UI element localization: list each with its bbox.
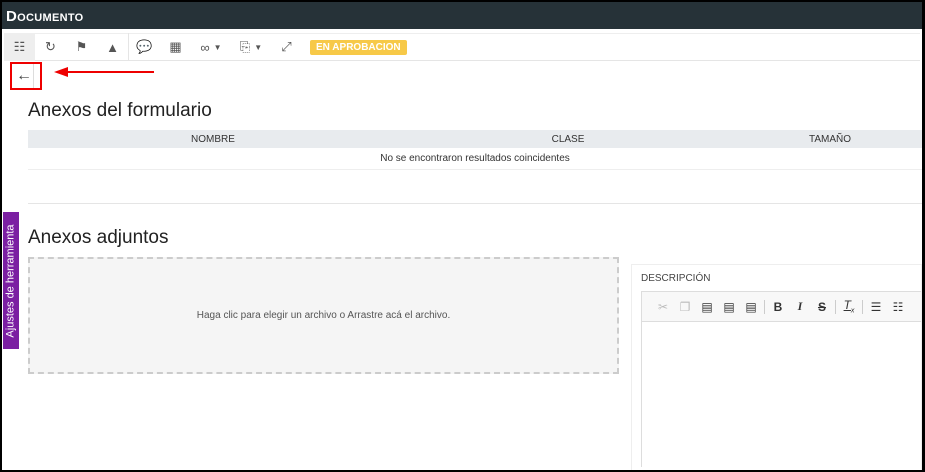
status-badge: EN APROBACION	[310, 39, 407, 55]
window-title: Documento	[2, 2, 922, 29]
comments-icon[interactable]: 💬	[129, 33, 160, 61]
flag-icon[interactable]: ⚑	[66, 33, 97, 61]
column-header-tamano[interactable]: TAMAÑO	[738, 134, 922, 145]
calendar-icon[interactable]: ▦	[160, 33, 191, 61]
remove-format-icon[interactable]: Tx	[838, 298, 860, 314]
document-window: Documento ☷ ↻ ⚑ ▲ 💬 ▦ ∞ ▼ ⎘ ▼ ⤢ EN APROBAC…	[2, 2, 922, 470]
form-attachments-title: Anexos del formulario	[28, 100, 212, 121]
dropzone-text: Haga clic para elegir un archivo o Arras…	[196, 310, 451, 321]
road-icon[interactable]: ▲	[97, 33, 128, 61]
arrow-left-icon: ←	[16, 67, 32, 84]
description-label: DESCRIPCIÓN	[641, 273, 711, 284]
hierarchy-icon[interactable]: ☷	[4, 33, 35, 61]
paste-word-icon[interactable]: ▤	[740, 300, 762, 314]
divider	[28, 203, 922, 204]
paste-icon[interactable]: ▤	[696, 300, 718, 314]
link-dropdown-icon[interactable]: ∞ ▼	[191, 33, 231, 61]
back-button[interactable]: ←	[10, 62, 42, 90]
file-dropzone[interactable]: Haga clic para elegir un archivo o Arras…	[28, 257, 619, 374]
paperclip-dropdown-icon[interactable]: ⎘ ▼	[231, 33, 271, 61]
form-attachments-table: NOMBRE CLASE TAMAÑO No se encontraron re…	[28, 130, 922, 170]
editor-toolbar: ✂ ❐ ▤ ▤ ▤ B I S Tx ☰ ☷	[642, 292, 921, 322]
italic-icon[interactable]: I	[789, 299, 811, 314]
description-panel: DESCRIPCIÓN ✂ ❐ ▤ ▤ ▤ B I S Tx ☰ ☷	[631, 264, 922, 470]
column-header-nombre[interactable]: NOMBRE	[28, 134, 398, 145]
attachments-title: Anexos adjuntos	[28, 227, 169, 248]
toolbar: ☷ ↻ ⚑ ▲ 💬 ▦ ∞ ▼ ⎘ ▼ ⤢ EN APROBACION	[4, 33, 920, 61]
paste-text-icon[interactable]: ▤	[718, 300, 740, 314]
cut-icon[interactable]: ✂	[652, 300, 674, 314]
numbered-list-icon[interactable]: ☰	[865, 300, 887, 314]
tool-settings-tab[interactable]: Ajustes de herramienta	[3, 212, 19, 349]
expand-icon[interactable]: ⤢	[271, 33, 302, 61]
empty-message: No se encontraron resultados coincidente…	[28, 148, 922, 170]
bulleted-list-icon[interactable]: ☷	[887, 300, 909, 314]
refresh-icon[interactable]: ↻	[35, 33, 66, 61]
annotation-arrow	[54, 67, 154, 77]
column-header-clase[interactable]: CLASE	[398, 134, 738, 145]
copy-icon[interactable]: ❐	[674, 300, 696, 314]
bold-icon[interactable]: B	[767, 300, 789, 314]
description-editor[interactable]: ✂ ❐ ▤ ▤ ▤ B I S Tx ☰ ☷	[641, 291, 921, 467]
strikethrough-icon[interactable]: S	[811, 300, 833, 314]
